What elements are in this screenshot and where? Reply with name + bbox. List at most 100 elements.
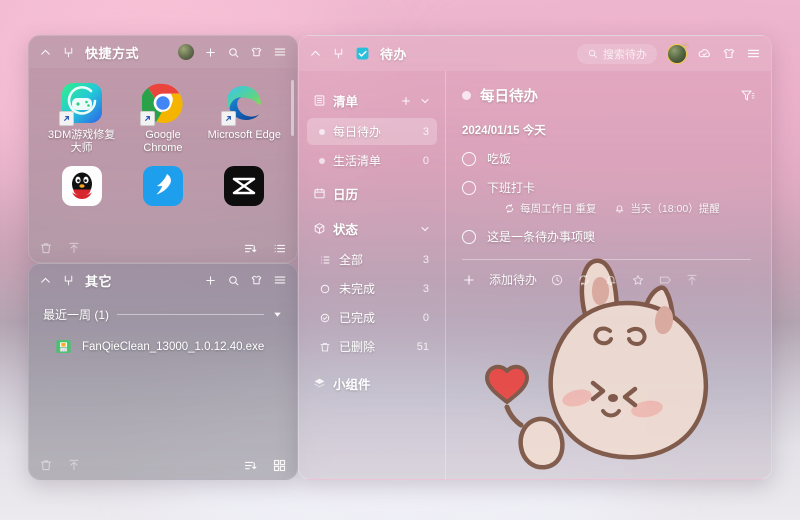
chevron-down-icon[interactable] — [419, 95, 431, 107]
sidebar-item-count: 3 — [422, 125, 429, 138]
sort-icon[interactable] — [243, 241, 258, 256]
plus-icon[interactable] — [462, 273, 476, 287]
sort-icon[interactable] — [243, 458, 258, 473]
sidebar-item-count: 0 — [422, 154, 429, 167]
sidebar-section-label: 清单 — [333, 95, 359, 109]
app-tile[interactable] — [124, 161, 201, 209]
sidebar-item-count: 51 — [416, 340, 429, 353]
sidebar-item-count: 3 — [422, 282, 429, 295]
circle-icon — [319, 283, 331, 295]
app-label: 3DM游戏修复大师 — [48, 129, 116, 154]
todo-item-main: 这是一条待办事项噢 — [462, 228, 755, 245]
todo-text: 这是一条待办事项噢 — [487, 230, 596, 244]
todo-item[interactable]: 这是一条待办事项噢 — [462, 228, 755, 245]
app-tile[interactable]: Google Chrome — [124, 78, 201, 157]
sidebar-item-deleted[interactable]: 已删除 51 — [307, 333, 437, 360]
shirt-icon[interactable] — [722, 47, 736, 61]
file-name: FanQieClean_13000_1.0.12.40.exe — [82, 340, 265, 353]
app-tile[interactable] — [43, 161, 120, 209]
pin-icon[interactable] — [332, 47, 345, 60]
sidebar-item-life-list[interactable]: 生活清单 0 — [307, 147, 437, 174]
chevron-down-icon[interactable] — [419, 223, 431, 235]
app-label: Microsoft Edge — [207, 129, 282, 141]
reminder-meta[interactable]: 当天（18:00）提醒 — [614, 201, 720, 216]
chevron-up-icon[interactable] — [309, 47, 322, 60]
grid-view-icon[interactable] — [272, 458, 287, 473]
list-item[interactable]: FanQieClean_13000_1.0.12.40.exe — [51, 335, 283, 358]
sidebar-item-all[interactable]: 全部 3 — [307, 246, 437, 273]
chevron-up-icon[interactable] — [39, 274, 52, 287]
sidebar-section-status[interactable]: 状态 — [307, 213, 437, 244]
menu-icon[interactable] — [746, 46, 761, 61]
sidebar-item-label: 未完成 — [339, 282, 376, 296]
search-placeholder: 搜索待办 — [603, 48, 647, 61]
chevron-down-icon[interactable] — [272, 309, 283, 320]
star-icon[interactable] — [631, 273, 645, 287]
cloud-check-icon[interactable] — [697, 46, 712, 61]
trash-icon[interactable] — [39, 458, 53, 472]
shortcuts-scrollbar[interactable] — [291, 80, 294, 136]
plus-icon[interactable] — [400, 95, 412, 107]
list-view-icon[interactable] — [272, 241, 287, 256]
todo-checkbox[interactable] — [462, 229, 476, 244]
shirt-icon[interactable] — [250, 274, 263, 287]
sidebar-item-label: 已删除 — [339, 340, 376, 354]
pin-icon[interactable] — [62, 46, 75, 59]
upload-icon[interactable] — [67, 458, 81, 472]
todo-text: 下班打卡 — [487, 181, 536, 195]
upload-icon[interactable] — [67, 241, 81, 255]
date-label: 2024/01/15 今天 — [462, 125, 546, 137]
shortcut-arrow-badge — [221, 111, 237, 126]
list-icon — [313, 94, 326, 107]
todo-item-main: 吃饭 — [462, 150, 755, 167]
sidebar-item-label: 每日待办 — [333, 125, 382, 139]
list-color-dot — [319, 157, 325, 164]
search-icon[interactable] — [227, 46, 240, 59]
search-input[interactable]: 搜索待办 — [577, 43, 657, 64]
add-todo-row[interactable]: 添加待办 — [462, 271, 755, 288]
upload-icon[interactable] — [685, 273, 699, 287]
reminder-text: 当天（18:00）提醒 — [630, 203, 720, 215]
todo-body: 清单 每日待办 3 生活清单 0 日历 状态 全部 3 未完成 3 已完成 0 … — [299, 71, 771, 479]
todo-checkbox[interactable] — [462, 180, 476, 195]
sidebar-section-calendar[interactable]: 日历 — [307, 178, 437, 209]
todo-checkbox[interactable] — [462, 151, 476, 166]
tag-icon[interactable] — [658, 273, 672, 287]
todo-item[interactable]: 下班打卡 每周工作日 重复 当天（18:00）提醒 — [462, 179, 755, 216]
avatar-icon[interactable] — [178, 44, 194, 60]
bell-icon[interactable] — [604, 273, 618, 287]
app-tile[interactable]: Microsoft Edge — [206, 78, 283, 157]
sidebar-item-completed[interactable]: 已完成 0 — [307, 304, 437, 331]
trash-icon — [319, 341, 331, 353]
todo-divider — [462, 259, 751, 260]
pin-icon[interactable] — [62, 274, 75, 287]
plus-icon[interactable] — [204, 274, 217, 287]
clock-icon[interactable] — [550, 273, 564, 287]
shirt-icon[interactable] — [250, 46, 263, 59]
crown-badge-icon: ♔ — [681, 40, 689, 50]
app-tile[interactable]: 3DM游戏修复大师 — [43, 78, 120, 157]
recent-week-group-header[interactable]: 最近一周 (1) — [29, 296, 297, 323]
others-panel-title: 其它 — [85, 273, 113, 289]
menu-icon[interactable] — [273, 273, 287, 287]
filter-icon[interactable] — [740, 88, 755, 103]
sidebar-item-count: 0 — [422, 311, 429, 324]
sidebar-item-count: 3 — [422, 253, 429, 266]
sidebar-section-lists[interactable]: 清单 — [307, 85, 437, 116]
repeat-meta[interactable]: 每周工作日 重复 — [504, 201, 596, 216]
plus-icon[interactable] — [204, 46, 217, 59]
list-color-dot — [319, 128, 325, 135]
menu-icon[interactable] — [273, 45, 287, 59]
repeat-icon[interactable] — [577, 273, 591, 287]
trash-icon[interactable] — [39, 241, 53, 255]
avatar[interactable]: ♔ — [667, 40, 689, 64]
chevron-up-icon[interactable] — [39, 46, 52, 59]
search-icon[interactable] — [227, 274, 240, 287]
app-tile[interactable] — [206, 161, 283, 209]
sidebar-section-widgets[interactable]: 小组件 — [307, 368, 437, 399]
others-panel-footer — [29, 451, 297, 479]
shortcuts-panel: 快捷方式 3DM游戏修复大师 Google Chrome Microsoft E… — [28, 35, 298, 263]
sidebar-item-incomplete[interactable]: 未完成 3 — [307, 275, 437, 302]
sidebar-item-daily-todo[interactable]: 每日待办 3 — [307, 118, 437, 145]
todo-item[interactable]: 吃饭 — [462, 150, 755, 167]
